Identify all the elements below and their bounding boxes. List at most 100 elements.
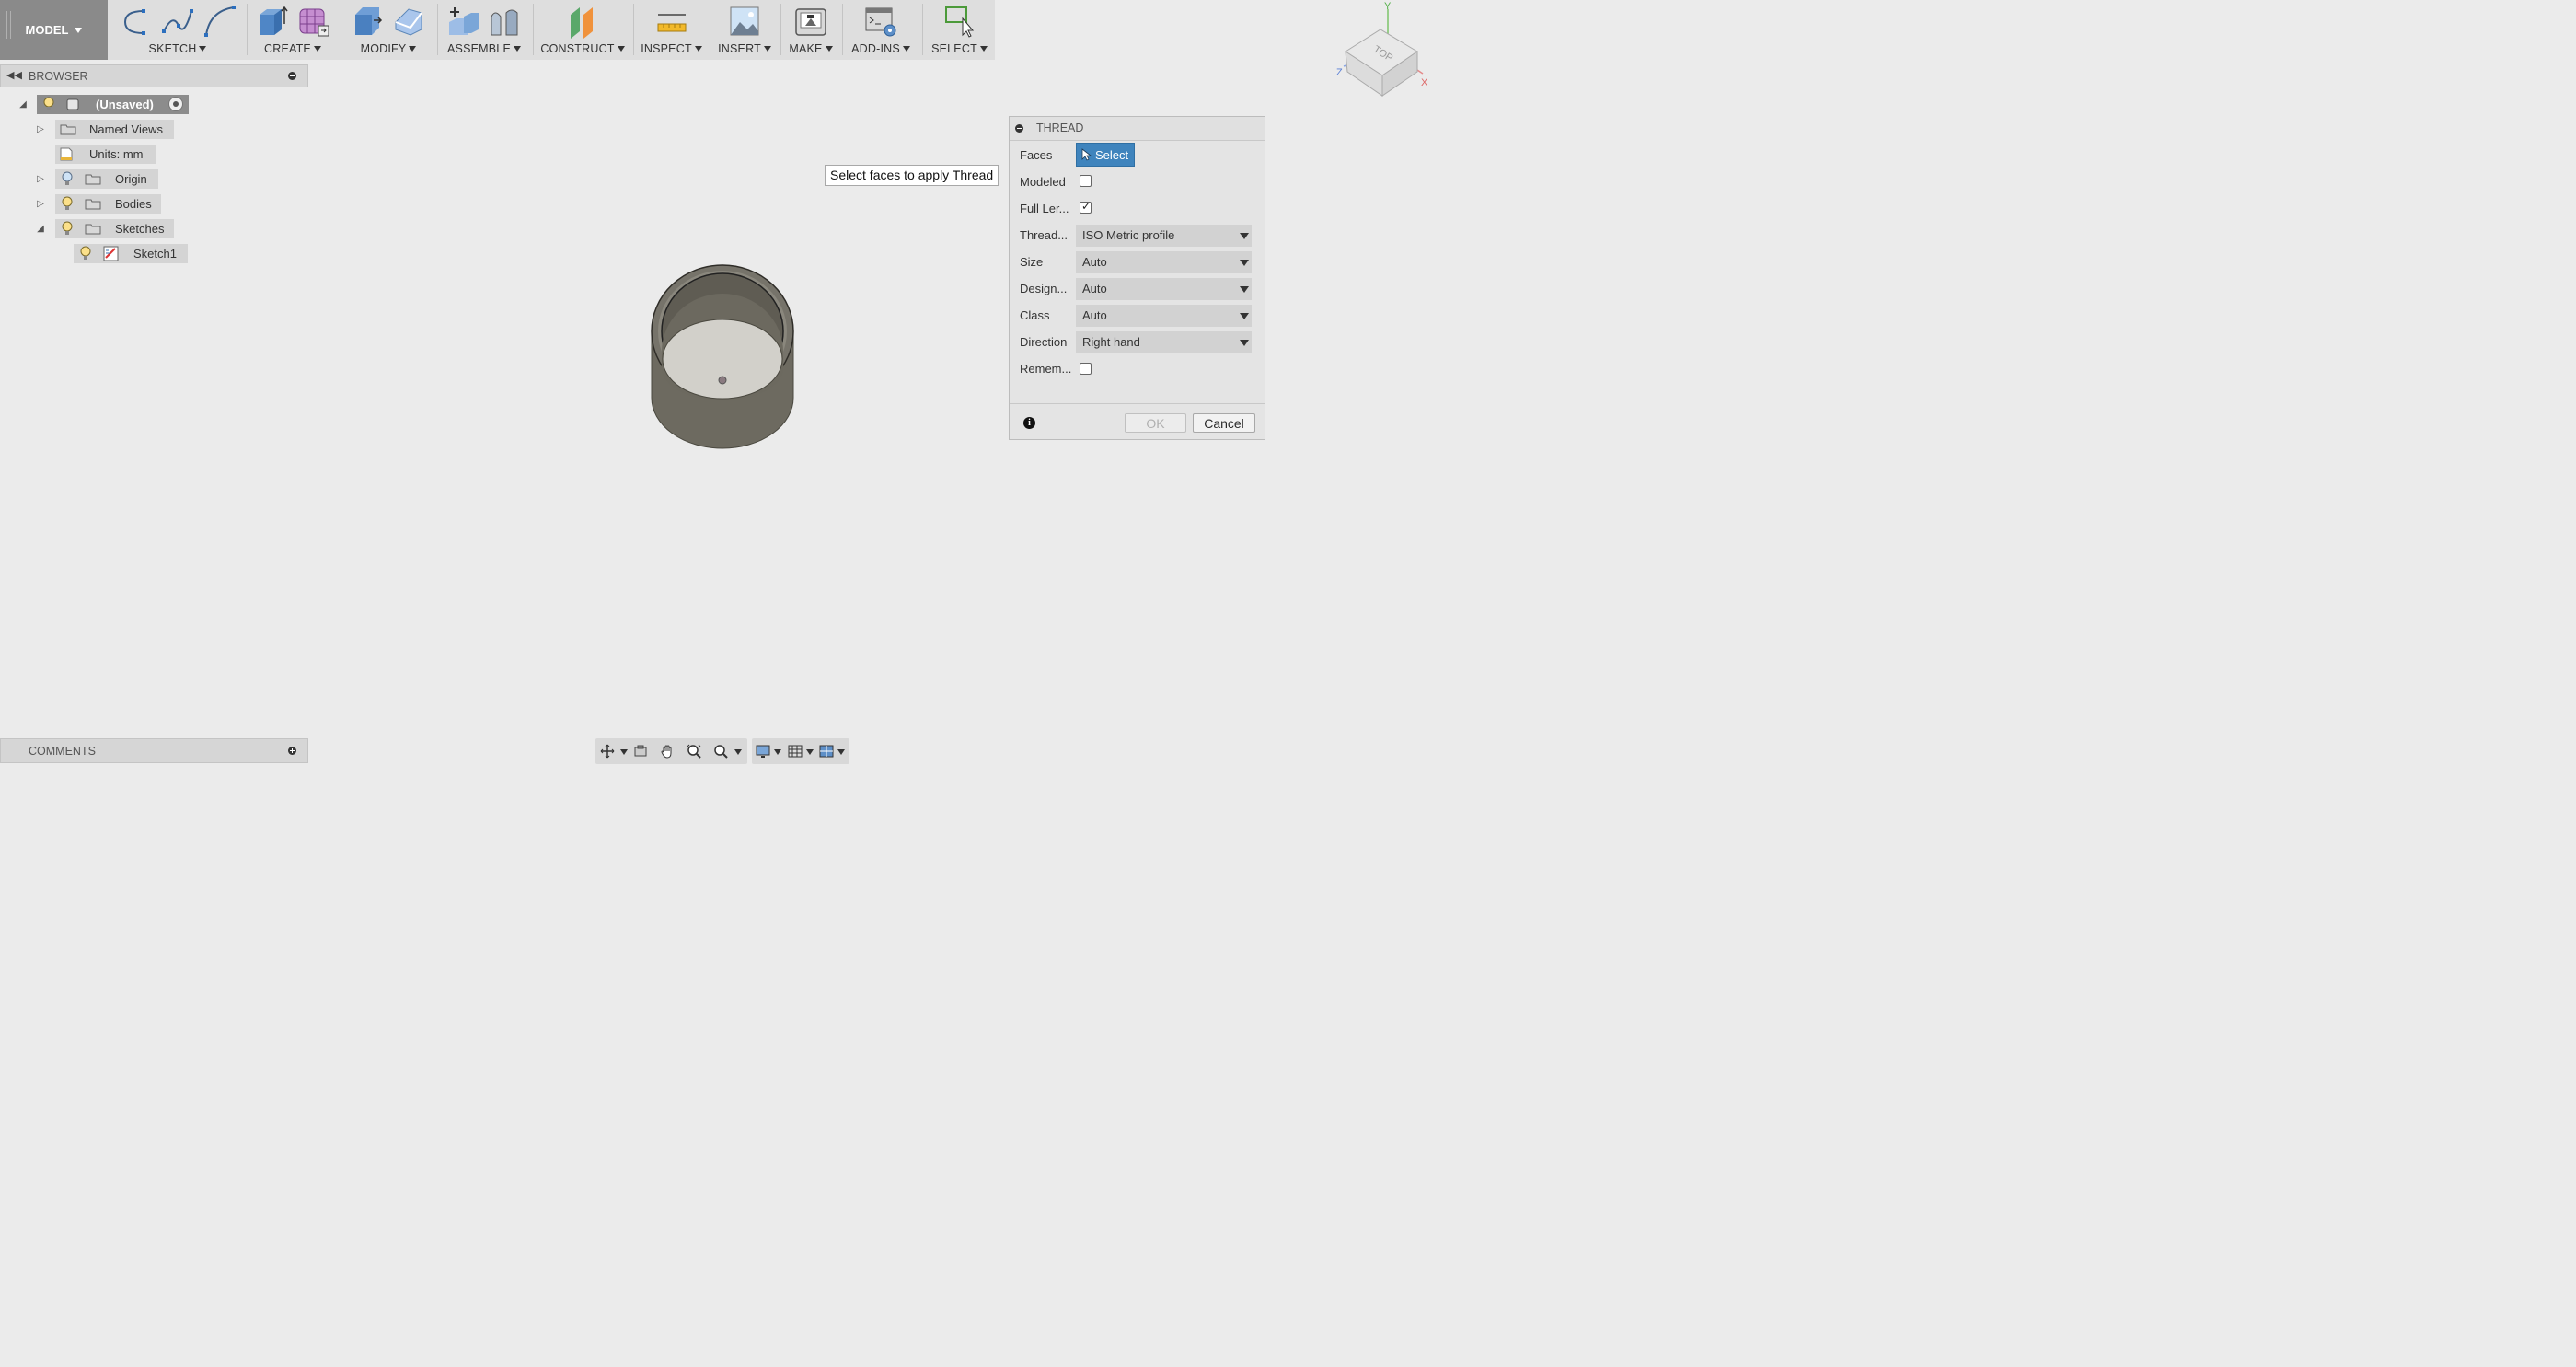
chevron-down-icon[interactable] (979, 46, 988, 52)
create-group[interactable]: CREATE (248, 0, 337, 60)
display-settings-icon[interactable] (756, 744, 770, 759)
make-group[interactable]: MAKE (782, 0, 839, 60)
orbit-icon[interactable] (600, 744, 615, 759)
chevron-down-icon[interactable] (763, 46, 771, 52)
workspace-switcher[interactable]: MODEL (0, 0, 108, 60)
offset-plane-icon[interactable] (565, 4, 600, 39)
size-dropdown[interactable]: Auto (1076, 251, 1252, 273)
insert-menu-label[interactable]: INSERT (718, 42, 761, 55)
chevron-down-icon[interactable] (199, 46, 207, 52)
lightbulb-icon[interactable] (62, 221, 73, 236)
look-at-icon[interactable] (633, 744, 648, 759)
minimize-icon[interactable] (1015, 124, 1023, 133)
class-dropdown[interactable]: Auto (1076, 305, 1252, 327)
extrude-icon[interactable] (254, 4, 289, 39)
viewcube[interactable]: Y X Z TOP (1333, 0, 1434, 101)
chevron-down-icon[interactable] (617, 46, 625, 52)
press-pull-icon[interactable] (350, 4, 385, 39)
3d-print-icon[interactable] (793, 4, 828, 39)
assemble-menu-label[interactable]: ASSEMBLE (447, 42, 511, 55)
tree-root-unsaved[interactable]: (Unsaved) (37, 95, 189, 114)
chevron-down-icon[interactable] (514, 46, 521, 52)
direction-dropdown[interactable]: Right hand (1076, 331, 1252, 353)
grid-settings-icon[interactable] (788, 744, 803, 759)
chevron-down-icon[interactable] (313, 46, 321, 52)
lightbulb-icon[interactable] (43, 97, 54, 111)
zoom-icon[interactable] (687, 744, 701, 759)
thread-type-dropdown[interactable]: ISO Metric profile (1076, 225, 1252, 247)
collapse-panel-icon[interactable]: ◀◀ (6, 69, 22, 81)
form-icon[interactable] (296, 4, 331, 39)
create-menu-label[interactable]: CREATE (264, 42, 311, 55)
tree-item-bodies[interactable]: Bodies (55, 194, 161, 214)
lightbulb-icon[interactable] (62, 196, 73, 211)
line-icon[interactable] (118, 4, 153, 39)
activate-component-icon[interactable] (168, 97, 183, 111)
pan-hand-icon[interactable] (660, 744, 675, 759)
minimize-icon[interactable] (288, 72, 296, 80)
select-menu-label[interactable]: SELECT (931, 42, 977, 55)
fillet-icon[interactable] (392, 4, 427, 39)
dialog-header[interactable]: THREAD (1010, 117, 1265, 141)
designation-dropdown[interactable]: Auto (1076, 278, 1252, 300)
chevron-down-icon[interactable] (902, 46, 910, 52)
tree-expand-down-icon[interactable]: ◢ (35, 224, 46, 235)
fit-zoom-icon[interactable] (713, 744, 728, 759)
tree-expand-right-icon[interactable]: ▷ (35, 199, 46, 210)
tree-expand-down-icon[interactable]: ◢ (17, 99, 29, 110)
new-component-icon[interactable] (445, 4, 480, 39)
add-comment-icon[interactable] (288, 747, 296, 755)
info-icon[interactable]: i (1023, 417, 1035, 429)
chevron-down-icon[interactable] (409, 46, 417, 52)
chevron-down-icon[interactable] (825, 46, 833, 52)
lightbulb-off-icon[interactable] (62, 171, 73, 186)
construct-menu-label[interactable]: CONSTRUCT (540, 42, 614, 55)
tree-item-sketches[interactable]: Sketches (55, 219, 174, 238)
tree-item-sketch1[interactable]: Sketch1 (74, 244, 188, 263)
full-length-checkbox[interactable]: ✓ (1080, 200, 1092, 214)
ok-button[interactable]: OK (1125, 413, 1186, 433)
comments-panel[interactable]: COMMENTS (0, 738, 308, 763)
arc-icon[interactable] (202, 4, 237, 39)
modify-menu-label[interactable]: MODIFY (361, 42, 407, 55)
chevron-down-icon[interactable] (837, 749, 845, 755)
modeled-checkbox[interactable] (1080, 175, 1092, 187)
addins-group[interactable]: ADD-INS (844, 0, 918, 60)
assemble-group[interactable]: ASSEMBLE (439, 0, 529, 60)
joint-icon[interactable] (488, 4, 523, 39)
tree-item-units[interactable]: Units: mm (55, 145, 156, 164)
tree-expand-right-icon[interactable]: ▷ (35, 124, 46, 135)
select-window-icon[interactable] (942, 4, 977, 39)
inspect-group[interactable]: INSPECT (635, 0, 708, 60)
chevron-down-icon[interactable] (774, 749, 781, 755)
tree-expand-right-icon[interactable]: ▷ (35, 174, 46, 185)
spline-icon[interactable] (160, 4, 195, 39)
modify-group[interactable]: MODIFY (342, 0, 434, 60)
3d-cylinder-body[interactable] (644, 260, 801, 453)
viewports-icon[interactable] (819, 744, 834, 759)
insert-group[interactable]: INSERT (711, 0, 778, 60)
sketch-group[interactable]: SKETCH (112, 0, 243, 60)
lightbulb-icon[interactable] (80, 246, 91, 261)
construct-group[interactable]: CONSTRUCT (535, 0, 630, 60)
remember-checkbox[interactable] (1080, 363, 1092, 375)
browser-panel-header[interactable]: ◀◀ BROWSER (0, 64, 308, 87)
scripts-addins-icon[interactable] (863, 4, 898, 39)
make-menu-label[interactable]: MAKE (789, 42, 822, 55)
chevron-down-icon[interactable] (620, 749, 628, 755)
checkmark-icon: ✓ (1081, 200, 1092, 213)
sketch-menu-label[interactable]: SKETCH (149, 42, 197, 55)
chevron-down-icon[interactable] (694, 46, 702, 52)
chevron-down-icon[interactable] (806, 749, 814, 755)
tree-item-named-views[interactable]: Named Views (55, 120, 174, 139)
measure-icon[interactable] (654, 4, 689, 39)
canvas-image-icon[interactable] (727, 4, 762, 39)
toolbar-grip[interactable] (6, 11, 11, 39)
faces-select-button[interactable]: Select (1076, 143, 1135, 167)
tree-item-origin[interactable]: Origin (55, 169, 158, 189)
addins-menu-label[interactable]: ADD-INS (851, 42, 900, 55)
select-group[interactable]: SELECT (924, 0, 995, 60)
cancel-button[interactable]: Cancel (1193, 413, 1255, 433)
chevron-down-icon[interactable] (734, 749, 742, 755)
inspect-menu-label[interactable]: INSPECT (641, 42, 692, 55)
